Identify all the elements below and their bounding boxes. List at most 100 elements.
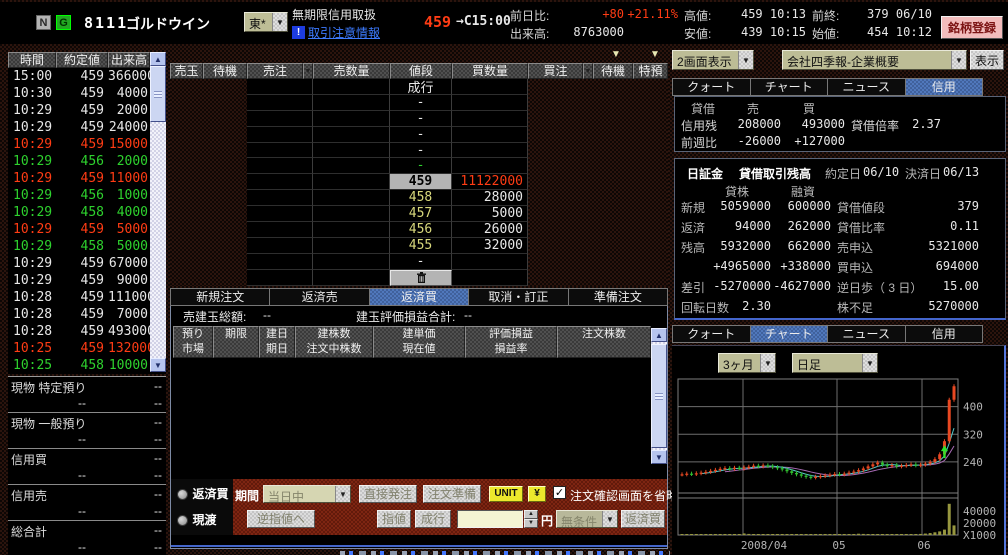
- info-tab-bottom-3[interactable]: ニュース: [827, 325, 905, 343]
- info-tab-top-3[interactable]: ニュース: [827, 78, 905, 96]
- trade-notice-link[interactable]: 取引注意情報: [308, 24, 380, 41]
- column-sort-arrow-icon[interactable]: ▼: [650, 49, 660, 60]
- yen-toggle-button[interactable]: ¥: [528, 486, 546, 502]
- price-stepper[interactable]: ▲ ▼: [524, 510, 538, 528]
- info-tab-bottom-1[interactable]: クォート: [672, 325, 750, 343]
- trash-icon[interactable]: [390, 270, 452, 286]
- info-tab-top-2[interactable]: チャート: [750, 78, 828, 96]
- order-book-col-header[interactable]: 売玉: [170, 63, 203, 79]
- content-select[interactable]: 会社四季報-企業概要▼: [782, 50, 967, 70]
- time-sales-col-header[interactable]: 出来高: [108, 52, 150, 68]
- register-symbol-button[interactable]: 銘柄登録: [941, 16, 1003, 39]
- scroll-up-icon[interactable]: ▲: [150, 52, 166, 66]
- chevron-down-icon[interactable]: ▼: [272, 13, 287, 31]
- order-book-col-header[interactable]: 売注: [247, 63, 303, 79]
- show-button[interactable]: 表示: [970, 50, 1004, 70]
- high-value: 459 10:13: [730, 7, 806, 21]
- skip-confirm-checkbox[interactable]: ✓: [553, 486, 566, 499]
- order-book-col-header[interactable]: 買数量: [452, 63, 528, 79]
- market-select[interactable]: 東*▼: [244, 12, 288, 32]
- info-tab-top-4[interactable]: 信用: [905, 78, 984, 96]
- trade-notice[interactable]: ! 取引注意情報: [292, 24, 380, 41]
- tick-row: 10:28459111000: [8, 289, 166, 306]
- price-level[interactable]: -: [390, 111, 452, 127]
- time-sales-col-header[interactable]: 時間: [8, 52, 56, 68]
- info-tab-bottom-2[interactable]: チャート: [750, 325, 828, 343]
- low-label: 安値:: [684, 25, 711, 42]
- chevron-down-icon[interactable]: ▼: [951, 51, 966, 69]
- chevron-down-icon[interactable]: ▼: [583, 63, 593, 79]
- genwata-radio[interactable]: 現渡: [177, 511, 216, 529]
- price-level[interactable]: 成行: [390, 79, 452, 95]
- direct-order-button[interactable]: 直接発注: [359, 485, 417, 503]
- tick-row: 10:2945924000: [8, 119, 166, 136]
- submit-repay-buy-button[interactable]: 返済買: [621, 510, 665, 528]
- price-level[interactable]: 457: [390, 206, 452, 222]
- order-prepare-button[interactable]: 注文準備: [423, 485, 481, 503]
- price-level[interactable]: -: [390, 127, 452, 143]
- order-tab-4[interactable]: 取消・訂正: [468, 288, 567, 306]
- chevron-down-icon[interactable]: ▼: [303, 63, 313, 79]
- positions-col-header[interactable]: 評価損益損益率: [465, 326, 557, 358]
- radio-icon[interactable]: [177, 515, 188, 526]
- nisshokin-row-label: 買申込: [837, 259, 873, 276]
- price-input[interactable]: [457, 510, 523, 528]
- chevron-down-icon[interactable]: ▼: [602, 511, 617, 527]
- chevron-down-icon[interactable]: ▼: [738, 51, 753, 69]
- price-level[interactable]: 458: [390, 190, 452, 206]
- display-mode-select[interactable]: 2画面表示▼: [672, 50, 754, 70]
- settle-date-value: 06/13: [943, 165, 979, 179]
- stop-order-button[interactable]: 逆指値へ: [247, 510, 315, 528]
- nisshokin-value: 5059000: [701, 199, 771, 213]
- order-tab-1[interactable]: 新規注文: [170, 288, 269, 306]
- radio-icon[interactable]: [177, 489, 188, 500]
- time-sales-scrollbar[interactable]: ▲ ▼: [150, 52, 166, 374]
- positions-col-header[interactable]: 預り市場: [173, 326, 213, 358]
- column-sort-arrow-icon[interactable]: ▼: [611, 49, 621, 60]
- period-select[interactable]: 当日中▼: [263, 485, 351, 503]
- price-level[interactable]: -: [390, 143, 452, 159]
- scrollbar-thumb[interactable]: [651, 344, 667, 448]
- scroll-up-icon[interactable]: ▲: [651, 328, 667, 342]
- scrollbar-track[interactable]: [150, 122, 166, 358]
- account-section: 信用売------: [8, 485, 166, 521]
- price-level[interactable]: 455: [390, 238, 452, 254]
- chevron-down-icon[interactable]: ▼: [335, 486, 350, 502]
- positions-col-header[interactable]: 期限: [213, 326, 259, 358]
- repay-buy-radio[interactable]: 返済買: [177, 485, 228, 503]
- info-tab-bottom-4[interactable]: 信用: [905, 325, 984, 343]
- order-book-col-header[interactable]: 特預: [633, 63, 668, 79]
- order-book-col-header[interactable]: 待機: [593, 63, 633, 79]
- price-level[interactable]: -: [390, 95, 452, 111]
- order-book-col-header[interactable]: 待機: [203, 63, 247, 79]
- info-tab-top-1[interactable]: クォート: [672, 78, 750, 96]
- order-tab-5[interactable]: 準備注文: [568, 288, 668, 306]
- condition-select[interactable]: 無条件▼: [556, 510, 618, 528]
- scrollbar-thumb[interactable]: [150, 66, 166, 122]
- order-tab-3[interactable]: 返済買: [369, 288, 468, 306]
- order-book-col-header[interactable]: 買注: [528, 63, 583, 79]
- time-sales-col-header[interactable]: 約定値: [56, 52, 108, 68]
- scroll-down-icon[interactable]: ▼: [651, 450, 667, 464]
- price-level[interactable]: -: [390, 158, 452, 174]
- limit-button[interactable]: 指値: [377, 510, 411, 528]
- trade-date-value: 06/10: [863, 165, 899, 179]
- market-button[interactable]: 成行: [415, 510, 451, 528]
- price-level[interactable]: 456: [390, 222, 452, 238]
- buy-qty-cell: 5000: [452, 206, 528, 222]
- nisshokin-value: 5270000: [879, 299, 979, 313]
- nisshokin-value: 379: [879, 199, 979, 213]
- tick-row: 10:2945967000: [8, 255, 166, 272]
- positions-col-header[interactable]: 建単価現在値: [373, 326, 465, 358]
- positions-scrollbar[interactable]: ▲ ▼: [651, 328, 667, 478]
- scroll-down-icon[interactable]: ▼: [150, 358, 166, 372]
- unit-toggle-button[interactable]: UNIT: [489, 486, 523, 502]
- positions-col-header[interactable]: 建株数注文中株数: [295, 326, 373, 358]
- price-level-selected[interactable]: 459: [390, 174, 452, 190]
- order-tab-2[interactable]: 返済売: [269, 288, 368, 306]
- price-level[interactable]: -: [390, 254, 452, 270]
- positions-col-header[interactable]: 建日期日: [259, 326, 295, 358]
- account-value: --: [154, 396, 162, 410]
- order-book-col-header[interactable]: 売数量: [313, 63, 390, 79]
- positions-col-header[interactable]: 注文株数: [557, 326, 651, 358]
